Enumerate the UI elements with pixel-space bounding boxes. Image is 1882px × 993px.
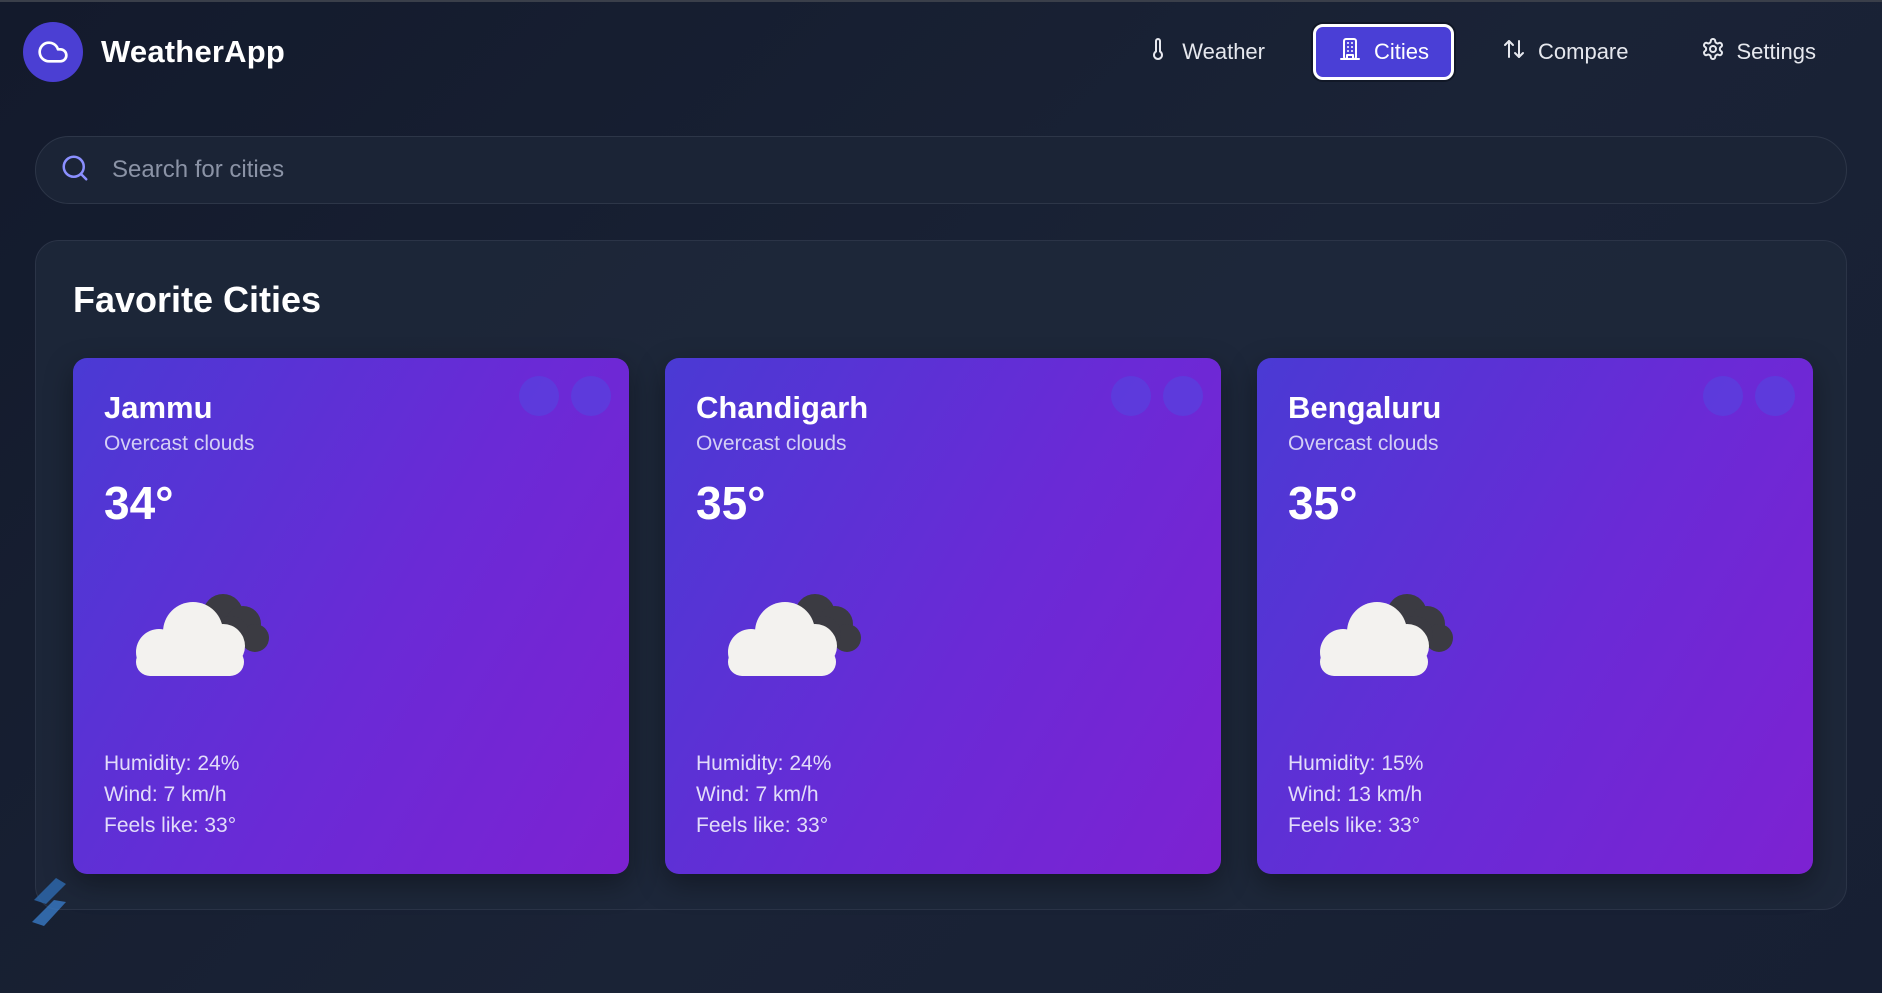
building-icon bbox=[1338, 37, 1362, 67]
weather-stats: Humidity: 15% Wind: 13 km/h Feels like: … bbox=[1288, 748, 1423, 841]
humidity: Humidity: 24% bbox=[696, 752, 832, 775]
card-action-button[interactable] bbox=[1703, 376, 1743, 416]
nav-settings-label: Settings bbox=[1736, 39, 1817, 64]
floating-logo-icon[interactable] bbox=[26, 874, 74, 934]
nav-weather-label: Weather bbox=[1182, 39, 1265, 64]
weather-condition: Overcast clouds bbox=[696, 432, 847, 455]
cloud-logo-icon bbox=[23, 22, 83, 82]
feels-like: Feels like: 33° bbox=[696, 814, 829, 837]
app-name: WeatherApp bbox=[101, 34, 286, 69]
wind: Wind: 7 km/h bbox=[104, 783, 227, 806]
wind: Wind: 7 km/h bbox=[696, 783, 819, 806]
city-name: Chandigarh bbox=[696, 390, 869, 425]
card-action-button[interactable] bbox=[571, 376, 611, 416]
card-action-button[interactable] bbox=[519, 376, 559, 416]
card-actions bbox=[1703, 376, 1795, 416]
weather-stats: Humidity: 24% Wind: 7 km/h Feels like: 3… bbox=[104, 748, 239, 841]
nav-settings[interactable]: Settings bbox=[1677, 24, 1841, 80]
city-card[interactable]: Bengaluru Overcast clouds 35° Humidity: … bbox=[1257, 358, 1813, 874]
temperature: 35° bbox=[1288, 477, 1358, 529]
search-icon bbox=[60, 153, 112, 188]
nav-compare[interactable]: Compare bbox=[1478, 24, 1652, 80]
nav-cities[interactable]: Cities bbox=[1313, 24, 1455, 80]
app-header: WeatherApp Weather Cities Compare Settin… bbox=[0, 2, 1882, 102]
city-name: Jammu bbox=[104, 390, 213, 425]
arrows-up-down-icon bbox=[1502, 37, 1526, 67]
search-input[interactable] bbox=[112, 156, 1822, 184]
main-nav: Weather Cities Compare Settings bbox=[1122, 24, 1840, 80]
panel-title: Favorite Cities bbox=[73, 279, 322, 320]
overcast-clouds-icon bbox=[1315, 580, 1465, 695]
feels-like: Feels like: 33° bbox=[1288, 814, 1421, 837]
overcast-clouds-icon bbox=[131, 580, 281, 695]
card-action-button[interactable] bbox=[1755, 376, 1795, 416]
wind: Wind: 13 km/h bbox=[1288, 783, 1423, 806]
card-action-button[interactable] bbox=[1111, 376, 1151, 416]
weather-condition: Overcast clouds bbox=[104, 432, 255, 455]
humidity: Humidity: 24% bbox=[104, 752, 240, 775]
app-window: WeatherApp Weather Cities Compare Settin… bbox=[0, 0, 1882, 993]
nav-weather[interactable]: Weather bbox=[1122, 24, 1289, 80]
search-bar[interactable] bbox=[35, 136, 1847, 204]
card-action-button[interactable] bbox=[1163, 376, 1203, 416]
nav-compare-label: Compare bbox=[1538, 39, 1629, 64]
gear-icon bbox=[1701, 37, 1725, 67]
brand[interactable]: WeatherApp bbox=[23, 22, 285, 82]
nav-cities-label: Cities bbox=[1374, 39, 1430, 64]
city-name: Bengaluru bbox=[1288, 390, 1442, 425]
temperature: 35° bbox=[696, 477, 766, 529]
weather-condition: Overcast clouds bbox=[1288, 432, 1439, 455]
card-actions bbox=[1111, 376, 1203, 416]
thermometer-icon bbox=[1146, 37, 1170, 67]
feels-like: Feels like: 33° bbox=[104, 814, 237, 837]
city-card[interactable]: Jammu Overcast clouds 34° Humidity: 24% … bbox=[73, 358, 629, 874]
temperature: 34° bbox=[104, 477, 174, 529]
overcast-clouds-icon bbox=[723, 580, 873, 695]
city-card[interactable]: Chandigarh Overcast clouds 35° Humidity:… bbox=[665, 358, 1221, 874]
city-card-list: Jammu Overcast clouds 34° Humidity: 24% … bbox=[73, 358, 1813, 874]
humidity: Humidity: 15% bbox=[1288, 752, 1424, 775]
favorite-cities-panel: Favorite Cities Jammu Overcast clouds 34… bbox=[35, 240, 1847, 910]
card-actions bbox=[519, 376, 611, 416]
weather-stats: Humidity: 24% Wind: 7 km/h Feels like: 3… bbox=[696, 748, 831, 841]
